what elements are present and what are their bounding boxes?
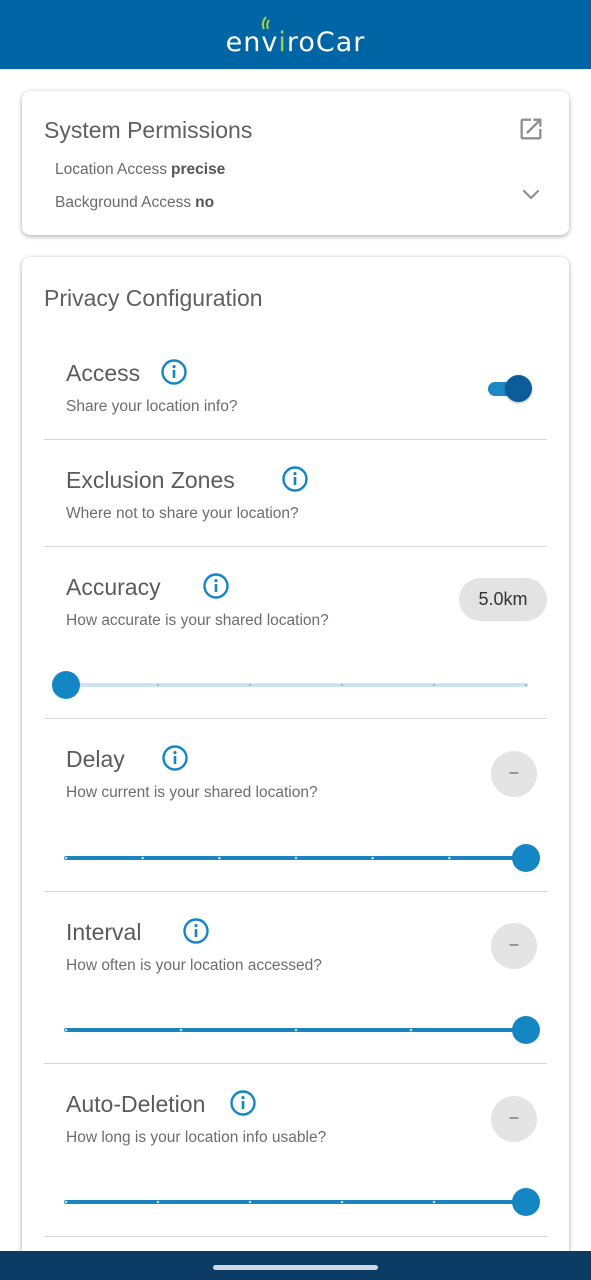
accuracy-section: Accuracy How accurate is your shared loc… xyxy=(44,547,547,719)
accuracy-slider[interactable] xyxy=(52,670,528,700)
slider-tick xyxy=(371,856,374,860)
info-icon[interactable] xyxy=(161,744,189,772)
slider-thumb[interactable] xyxy=(512,1016,540,1044)
accuracy-value-chip: 5.0km xyxy=(459,578,547,621)
slider-tick xyxy=(156,683,160,687)
background-access-value: no xyxy=(195,194,215,211)
system-permissions-title: System Permissions xyxy=(44,117,253,143)
access-toggle[interactable] xyxy=(486,373,532,403)
info-icon[interactable] xyxy=(281,465,309,493)
slider-thumb[interactable] xyxy=(52,671,80,699)
slider-tick xyxy=(64,856,68,860)
location-access-row: Location Access precise xyxy=(55,161,225,179)
system-permissions-card: System Permissions Location Access precis… xyxy=(22,91,569,235)
delay-slider[interactable] xyxy=(64,843,540,873)
interval-section: Interval How often is your location acce… xyxy=(44,892,547,1064)
interval-subtitle: How often is your location accessed? xyxy=(66,957,322,974)
info-icon[interactable] xyxy=(182,917,210,945)
info-icon[interactable] xyxy=(202,572,230,600)
accuracy-subtitle: How accurate is your shared location? xyxy=(66,612,329,629)
auto-deletion-title: Auto-Deletion xyxy=(66,1091,206,1117)
auto-deletion-decrease-button[interactable]: – xyxy=(491,1096,537,1142)
interval-slider[interactable] xyxy=(64,1015,540,1045)
slider-thumb[interactable] xyxy=(512,844,540,872)
delay-title: Delay xyxy=(66,746,125,772)
background-access-label: Background Access xyxy=(55,194,192,211)
slider-tick xyxy=(432,683,436,687)
access-title: Access xyxy=(66,360,141,386)
info-icon[interactable] xyxy=(160,358,188,386)
slider-tick xyxy=(340,1200,344,1204)
accuracy-title: Accuracy xyxy=(66,574,161,600)
slider-tick xyxy=(179,1028,183,1032)
slider-tick xyxy=(141,856,144,860)
slider-tick xyxy=(248,1200,252,1204)
slider-tick xyxy=(248,683,252,687)
app-bar: enviroCar xyxy=(0,0,591,69)
delay-subtitle: How current is your shared location? xyxy=(66,784,318,801)
divider xyxy=(44,1236,547,1237)
slider-tick xyxy=(64,1028,68,1032)
slider-tick xyxy=(524,683,528,687)
auto-deletion-subtitle: How long is your location info usable? xyxy=(66,1129,327,1146)
home-gesture-pill[interactable] xyxy=(213,1265,378,1270)
chevron-down-icon[interactable] xyxy=(521,187,541,201)
slider-tick xyxy=(294,856,298,860)
slider-tick xyxy=(340,683,344,687)
slider-tick xyxy=(409,1028,413,1032)
open-in-new-icon[interactable] xyxy=(517,115,545,143)
exclusion-zones-title: Exclusion Zones xyxy=(66,467,235,493)
privacy-configuration-card: Privacy Configuration Access Share your … xyxy=(22,257,569,1267)
slider-tick xyxy=(294,1028,298,1032)
slider-tick xyxy=(448,856,451,860)
system-navigation-bar xyxy=(0,1251,591,1280)
auto-deletion-section: Auto-Deletion How long is your location … xyxy=(44,1064,547,1237)
access-subtitle: Share your location info? xyxy=(66,398,238,415)
slider-tick xyxy=(432,1200,436,1204)
exclusion-zones-section[interactable]: Exclusion Zones Where not to share your … xyxy=(44,440,547,547)
slider-tick xyxy=(64,1200,68,1204)
delay-decrease-button[interactable]: – xyxy=(491,751,537,797)
interval-title: Interval xyxy=(66,919,142,945)
exclusion-zones-subtitle: Where not to share your location? xyxy=(66,505,299,522)
location-access-value: precise xyxy=(171,161,226,178)
app-logo: enviroCar xyxy=(225,27,366,58)
location-access-label: Location Access xyxy=(55,161,168,178)
info-icon[interactable] xyxy=(229,1089,257,1117)
auto-deletion-slider[interactable] xyxy=(64,1187,540,1217)
slider-tick xyxy=(156,1200,160,1204)
delay-section: Delay How current is your shared locatio… xyxy=(44,719,547,892)
background-access-row: Background Access no xyxy=(55,194,214,212)
access-section: Access Share your location info? xyxy=(44,257,547,440)
slider-tick xyxy=(218,856,221,860)
toggle-thumb xyxy=(505,375,532,402)
interval-decrease-button[interactable]: – xyxy=(491,923,537,969)
slider-thumb[interactable] xyxy=(512,1188,540,1216)
